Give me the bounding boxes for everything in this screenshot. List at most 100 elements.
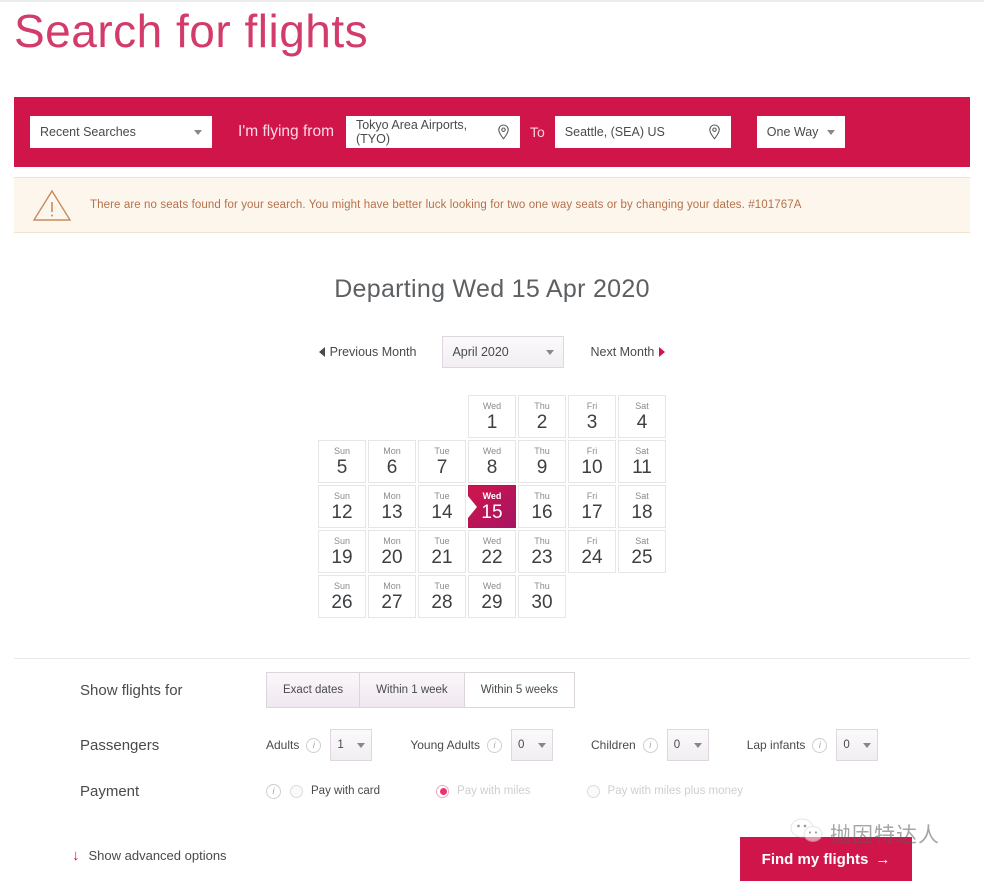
trip-type-dropdown[interactable]: One Way (756, 116, 845, 148)
chevron-down-icon (546, 349, 555, 355)
calendar-day-weekday: Sat (635, 535, 649, 546)
payment-option[interactable]: Pay with miles plus money (586, 784, 743, 798)
calendar-day[interactable]: Thu 23 (518, 530, 566, 573)
info-icon[interactable]: i (812, 737, 828, 753)
flexibility-option[interactable]: Exact dates (266, 672, 360, 708)
calendar-day[interactable]: Thu 2 (518, 395, 566, 438)
payment-info-icon[interactable]: i (266, 783, 281, 799)
calendar-day[interactable]: Wed 29 (468, 575, 516, 618)
flexibility-option[interactable]: Within 5 weeks (463, 672, 576, 708)
calendar-blank-cell (418, 395, 466, 438)
calendar-day-weekday: Mon (383, 445, 401, 456)
calendar-day[interactable]: Wed 8 (468, 440, 516, 483)
recent-searches-dropdown[interactable]: Recent Searches (30, 116, 212, 148)
passenger-count-dropdown[interactable]: 1 (330, 729, 373, 761)
info-icon[interactable]: i (306, 737, 322, 753)
calendar-day[interactable]: Fri 24 (568, 530, 616, 573)
passenger-type-label: Children (590, 738, 636, 752)
previous-month-button[interactable]: Previous Month (318, 345, 417, 359)
calendar-day-weekday: Tue (434, 445, 450, 456)
calendar-day[interactable]: Fri 10 (568, 440, 616, 483)
calendar-day-number: 27 (381, 591, 403, 613)
calendar-day[interactable]: Mon 27 (368, 575, 416, 618)
calendar-day[interactable]: Sat 4 (618, 395, 666, 438)
calendar-day[interactable]: Tue 21 (418, 530, 466, 573)
passenger-group: Young Adults i 0 (410, 729, 553, 761)
calendar-day-weekday: Fri (586, 490, 598, 501)
trip-type-value: One Way (766, 125, 819, 139)
flexibility-option[interactable]: Within 1 week (359, 672, 464, 708)
chevron-down-icon (537, 742, 546, 748)
payment-option[interactable]: Pay with miles (436, 784, 531, 798)
calendar-day-weekday: Mon (383, 580, 401, 591)
payment-option[interactable]: Pay with card (290, 784, 381, 798)
calendar-day[interactable]: Sun 5 (318, 440, 366, 483)
origin-input[interactable]: Tokyo Area Airports, (TYO) (345, 116, 520, 148)
options-section: Show flights for Exact dates Within 1 wee… (14, 659, 970, 813)
passenger-count-dropdown[interactable]: 0 (510, 729, 553, 761)
month-dropdown[interactable]: April 2020 (442, 336, 565, 368)
calendar-day-weekday: Sat (635, 490, 649, 501)
info-icon[interactable]: i (642, 737, 658, 753)
calendar-day[interactable]: Sun 12 (318, 485, 366, 528)
next-month-button[interactable]: Next Month (590, 345, 666, 359)
calendar-section: Departing Wed 15 Apr 2020 Previous Month… (14, 233, 970, 659)
chevron-down-icon (693, 742, 702, 748)
calendar-day-weekday: Tue (434, 580, 450, 591)
radio-button[interactable] (436, 784, 450, 798)
calendar-day[interactable]: Fri 3 (568, 395, 616, 438)
calendar-day-number: 21 (431, 546, 453, 568)
calendar-day[interactable]: Thu 16 (518, 485, 566, 528)
calendar-day[interactable]: Fri 17 (568, 485, 616, 528)
payment-option-label: Pay with card (311, 785, 381, 797)
calendar-day-number: 4 (636, 411, 648, 433)
radio-button[interactable] (290, 784, 303, 798)
search-bar: Recent Searches I'm flying from Tokyo Ar… (14, 97, 970, 167)
calendar-day[interactable]: Mon 13 (368, 485, 416, 528)
calendar-day-number: 3 (586, 411, 598, 433)
date-flexibility-segmented-control: Exact dates Within 1 week Within 5 weeks (266, 672, 576, 708)
destination-input[interactable]: Seattle, (SEA) US (554, 116, 731, 148)
chevron-down-icon (194, 129, 202, 135)
calendar-day[interactable]: Thu 30 (518, 575, 566, 618)
passenger-count-dropdown[interactable]: 0 (666, 729, 709, 761)
calendar-day-number: 20 (381, 546, 403, 568)
calendar-day[interactable]: Wed 1 (468, 395, 516, 438)
passenger-count-dropdown[interactable]: 0 (836, 729, 879, 761)
calendar-day[interactable]: Tue 7 (418, 440, 466, 483)
calendar-day-number: 29 (481, 591, 503, 613)
calendar-day[interactable]: Wed 22 (468, 530, 516, 573)
calendar-day-weekday: Fri (586, 400, 598, 411)
show-flights-row: Show flights for Exact dates Within 1 wee… (14, 659, 970, 721)
calendar-day[interactable]: Thu 9 (518, 440, 566, 483)
location-pin-icon (708, 124, 721, 140)
calendar-day-weekday: Sat (635, 400, 649, 411)
calendar-day[interactable]: Sun 26 (318, 575, 366, 618)
month-value: April 2020 (452, 345, 509, 359)
previous-month-label: Previous Month (329, 345, 417, 359)
radio-button[interactable] (586, 784, 600, 798)
calendar-day-number: 12 (331, 501, 353, 523)
calendar-day[interactable]: Sat 25 (618, 530, 666, 573)
calendar-day[interactable]: Sat 11 (618, 440, 666, 483)
calendar-day-weekday: Fri (586, 445, 598, 456)
calendar-day-number: 17 (581, 501, 603, 523)
calendar-day[interactable]: Mon 20 (368, 530, 416, 573)
passenger-type-label: Adults (266, 738, 300, 752)
calendar-day[interactable]: Mon 6 (368, 440, 416, 483)
calendar-day[interactable]: Sun 19 (318, 530, 366, 573)
chevron-down-icon (863, 742, 872, 748)
calendar-day[interactable]: Tue 14 (418, 485, 466, 528)
calendar-day-selected[interactable]: Wed 15 (468, 485, 516, 528)
calendar-day-number: 13 (381, 501, 403, 523)
calendar-day-number: 9 (536, 456, 548, 478)
info-icon[interactable]: i (486, 737, 502, 753)
calendar-day[interactable]: Sat 18 (618, 485, 666, 528)
find-my-flights-button[interactable]: Find my flights → (740, 837, 912, 881)
calendar-day[interactable]: Tue 28 (418, 575, 466, 618)
calendar-day-number: 10 (581, 456, 603, 478)
show-advanced-options-button[interactable]: ↓ Show advanced options (72, 848, 227, 863)
chevron-left-icon (318, 347, 325, 357)
calendar-day-number: 5 (336, 456, 348, 478)
calendar-day-weekday: Wed (482, 445, 502, 456)
